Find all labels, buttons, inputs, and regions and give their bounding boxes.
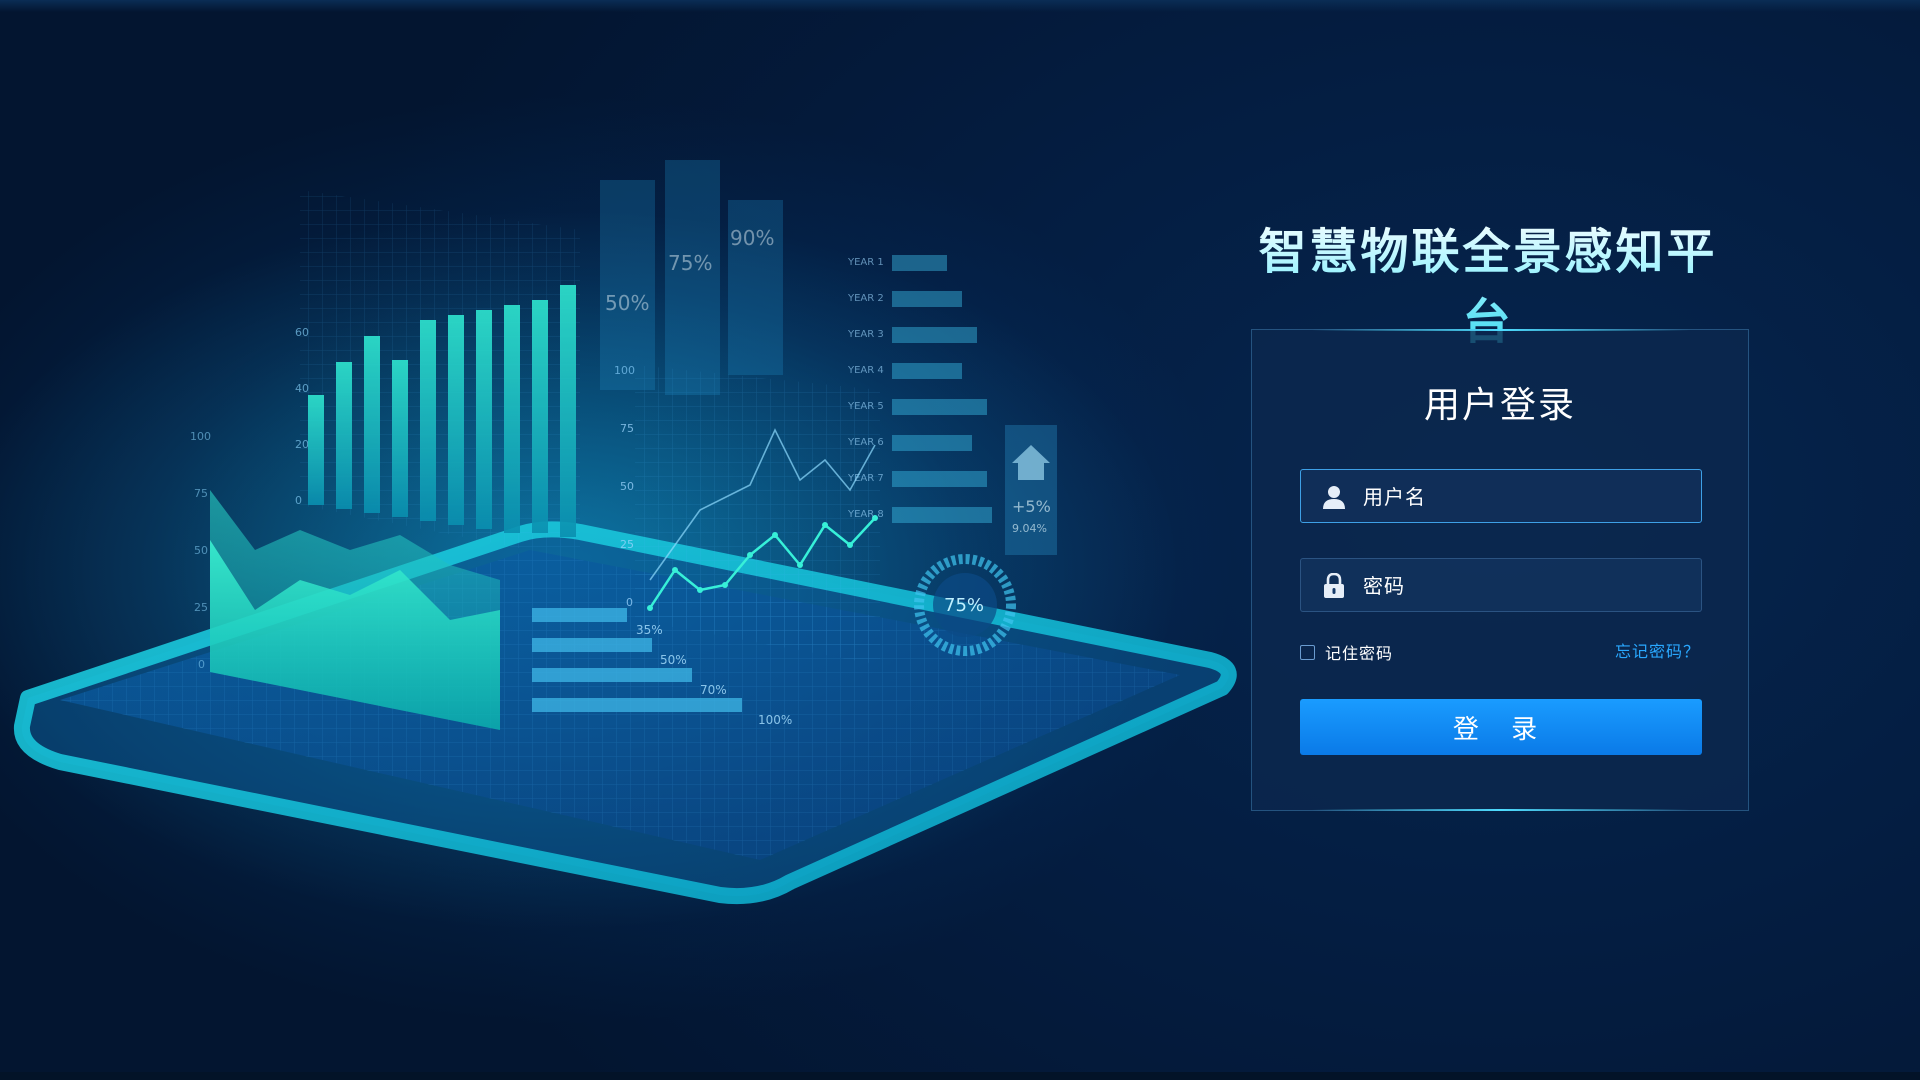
progress-label: 100%	[758, 713, 792, 727]
username-input[interactable]	[1361, 470, 1695, 524]
line-axis-tick: 75	[620, 422, 634, 435]
line-axis-tick: 25	[620, 538, 634, 551]
bottom-edge	[0, 1072, 1920, 1080]
remember-label: 记住密码	[1325, 644, 1394, 663]
top-edge	[0, 0, 1920, 12]
bar-axis-tick: 60	[295, 326, 309, 339]
year-label: YEAR 7	[847, 473, 884, 484]
area-axis-tick: 50	[194, 544, 208, 557]
login-page: 60 40 20 0 100 75 50 25 0 75 50 25 0 50%…	[0, 0, 1920, 1080]
line-axis-tick: 50	[620, 480, 634, 493]
year-label: YEAR 4	[847, 365, 884, 376]
background-panels: 50% 75% 90%	[600, 160, 783, 395]
area-axis-tick: 25	[194, 601, 208, 614]
year-label: YEAR 3	[847, 329, 884, 340]
lock-icon	[1324, 573, 1344, 598]
panel-percent: 50%	[605, 291, 649, 315]
bar-axis-tick: 40	[295, 382, 309, 395]
line-chart: 100 75 50 25 0	[614, 364, 880, 665]
login-panel: 用户登录 记住密码 忘记密码？ 登 录	[1251, 329, 1749, 811]
password-field[interactable]	[1300, 558, 1702, 613]
area-axis-tick: 100	[190, 430, 211, 443]
area-axis-tick: 75	[194, 487, 208, 500]
remember-password[interactable]: 记住密码	[1300, 640, 1393, 664]
bar-axis-tick: 0	[295, 494, 302, 507]
progress-label: 35%	[636, 623, 663, 637]
house-widget: +5% 9.04%	[1005, 425, 1057, 555]
remember-checkbox[interactable]	[1300, 644, 1315, 660]
bar-chart-panel: 60 40 20 0	[295, 190, 580, 560]
panel-percent: 75%	[668, 251, 712, 275]
year-label: YEAR 8	[847, 509, 884, 520]
user-icon	[1323, 486, 1345, 509]
year-label: YEAR 5	[847, 401, 884, 412]
house-sub-label: 9.04%	[1012, 522, 1047, 535]
progress-label: 50%	[660, 653, 687, 667]
login-button[interactable]: 登 录	[1300, 699, 1702, 755]
panel-percent: 90%	[730, 226, 774, 250]
progress-label: 70%	[700, 683, 727, 697]
area-axis-tick: 0	[198, 658, 205, 671]
year-label: YEAR 2	[847, 293, 884, 304]
username-field[interactable]	[1300, 469, 1702, 524]
forgot-password-link[interactable]: 忘记密码？	[1615, 640, 1700, 664]
login-title: 用户登录	[1423, 385, 1576, 426]
line-axis-tick: 0	[626, 596, 633, 609]
year-label: YEAR 6	[847, 437, 884, 448]
dashboard-tablet-illustration: 60 40 20 0 100 75 50 25 0 75 50 25 0 50%…	[0, 160, 1237, 930]
bar-axis-tick: 20	[295, 438, 309, 451]
house-label: +5%	[1012, 497, 1051, 516]
password-input[interactable]	[1361, 559, 1695, 613]
year-label: YEAR 1	[847, 257, 884, 268]
gauge-label: 75%	[944, 595, 984, 616]
